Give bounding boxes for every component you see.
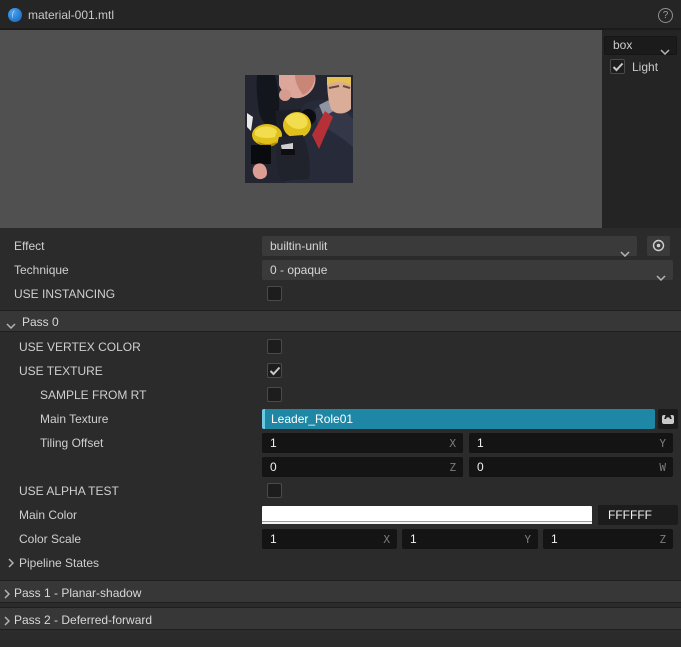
effect-value: builtin-unlit: [270, 239, 328, 253]
chevron-down-icon: [6, 318, 16, 332]
axis-z-label: Z: [449, 461, 456, 474]
technique-dropdown[interactable]: 0 - opaque: [262, 260, 673, 282]
color-scale-x-input[interactable]: 1 X: [262, 529, 397, 549]
effect-dropdown[interactable]: builtin-unlit: [262, 236, 637, 258]
use-instancing-checkbox[interactable]: [267, 286, 282, 301]
axis-x-label: X: [449, 437, 456, 450]
color-scale-z-value: 1: [551, 532, 558, 546]
titlebar: material-001.mtl ?: [0, 0, 681, 30]
tiling-offset-x-value: 1: [270, 436, 277, 450]
texture-preview-image: [245, 75, 353, 183]
color-scale-label: Color Scale: [19, 532, 82, 546]
sample-from-rt-label: SAMPLE FROM RT: [40, 388, 147, 402]
help-icon[interactable]: ?: [658, 8, 673, 23]
technique-value: 0 - opaque: [270, 263, 328, 277]
row-tiling-offset-zw: 0 Z 0 W: [0, 455, 681, 479]
color-scale-y-value: 1: [410, 532, 417, 546]
axis-y-label: Y: [524, 533, 531, 546]
locate-effect-button[interactable]: [647, 236, 670, 256]
use-alpha-test-label: USE ALPHA TEST: [19, 484, 119, 498]
window-title: material-001.mtl: [28, 8, 115, 22]
preview-shape-value: box: [613, 38, 633, 52]
check-icon: [612, 62, 624, 72]
axis-w-label: W: [659, 461, 666, 474]
row-effect: Effect builtin-unlit: [0, 234, 681, 258]
row-use-vertex-color: USE VERTEX COLOR: [0, 335, 681, 359]
axis-y-label: Y: [659, 437, 666, 450]
use-vertex-color-checkbox[interactable]: [267, 339, 282, 354]
sample-from-rt-checkbox[interactable]: [267, 387, 282, 402]
main-texture-label: Main Texture: [40, 412, 109, 426]
color-scale-z-input[interactable]: 1 Z: [543, 529, 673, 549]
row-use-texture: USE TEXTURE: [0, 359, 681, 383]
technique-label: Technique: [14, 263, 69, 277]
preview-section: box Light: [0, 30, 681, 228]
use-vertex-color-label: USE VERTEX COLOR: [19, 340, 141, 354]
tiling-offset-z-value: 0: [270, 460, 277, 474]
row-technique: Technique 0 - opaque: [0, 258, 681, 282]
target-icon: [652, 239, 665, 252]
main-color-hex-value: FFFFFF: [608, 508, 652, 522]
color-scale-y-input[interactable]: 1 Y: [402, 529, 538, 549]
pass1-header[interactable]: Pass 1 - Planar-shadow: [0, 580, 681, 603]
tiling-offset-y-value: 1: [477, 436, 484, 450]
pass2-label: Pass 2 - Deferred-forward: [14, 613, 153, 627]
main-texture-asset-field[interactable]: Leader_Role01: [262, 409, 655, 429]
row-color-scale: Color Scale 1 X 1 Y 1 Z: [0, 527, 681, 551]
tiling-offset-w-value: 0: [477, 460, 484, 474]
material-asset-icon: [8, 8, 22, 22]
tiling-offset-x-input[interactable]: 1 X: [262, 433, 463, 453]
asset-lock-button[interactable]: [658, 409, 678, 429]
use-alpha-test-checkbox[interactable]: [267, 483, 282, 498]
pass0-header[interactable]: Pass 0: [0, 310, 681, 332]
color-scale-x-value: 1: [270, 532, 277, 546]
chevron-right-icon: [4, 615, 11, 629]
preview-shape-select[interactable]: box: [604, 36, 677, 56]
row-use-instancing: USE INSTANCING: [0, 282, 681, 306]
axis-x-label: X: [383, 533, 390, 546]
row-use-alpha-test: USE ALPHA TEST: [0, 479, 681, 503]
axis-z-label: Z: [659, 533, 666, 546]
light-label: Light: [632, 60, 659, 74]
pipeline-states-label: Pipeline States: [19, 556, 100, 570]
alpha-strip: [262, 521, 592, 524]
tiling-offset-label: Tiling Offset: [40, 436, 104, 450]
effect-label: Effect: [14, 239, 45, 253]
check-icon: [269, 366, 281, 376]
pass1-label: Pass 1 - Planar-shadow: [14, 586, 142, 600]
use-instancing-label: USE INSTANCING: [14, 287, 116, 301]
main-color-label: Main Color: [19, 508, 78, 522]
row-sample-from-rt: SAMPLE FROM RT: [0, 383, 681, 407]
main-texture-value: Leader_Role01: [271, 412, 354, 426]
chevron-right-icon: [8, 557, 15, 571]
row-pipeline-states[interactable]: Pipeline States: [0, 551, 681, 575]
main-color-hex-input[interactable]: FFFFFF: [598, 505, 678, 525]
tiling-offset-z-input[interactable]: 0 Z: [262, 457, 463, 477]
chevron-right-icon: [4, 588, 11, 602]
property-list: Effect builtin-unlit Technique 0 - opaqu…: [0, 231, 681, 630]
use-texture-label: USE TEXTURE: [19, 364, 103, 378]
light-checkbox[interactable]: [610, 59, 625, 74]
main-color-swatch[interactable]: [262, 506, 592, 524]
pass2-header[interactable]: Pass 2 - Deferred-forward: [0, 607, 681, 630]
asset-lock-icon: [662, 415, 674, 424]
chevron-down-icon: [660, 43, 670, 60]
row-main-color: Main Color FFFFFF: [0, 503, 681, 527]
preview-sidebar: box Light: [602, 30, 681, 228]
use-texture-checkbox[interactable]: [267, 363, 282, 378]
row-main-texture: Main Texture Leader_Role01: [0, 407, 681, 431]
preview-viewport[interactable]: [0, 30, 602, 228]
material-inspector-panel: material-001.mtl ? box Light Effect buil…: [0, 0, 681, 647]
tiling-offset-w-input[interactable]: 0 W: [469, 457, 673, 477]
row-tiling-offset-xy: Tiling Offset 1 X 1 Y: [0, 431, 681, 455]
pass0-label: Pass 0: [22, 315, 59, 329]
tiling-offset-y-input[interactable]: 1 Y: [469, 433, 673, 453]
